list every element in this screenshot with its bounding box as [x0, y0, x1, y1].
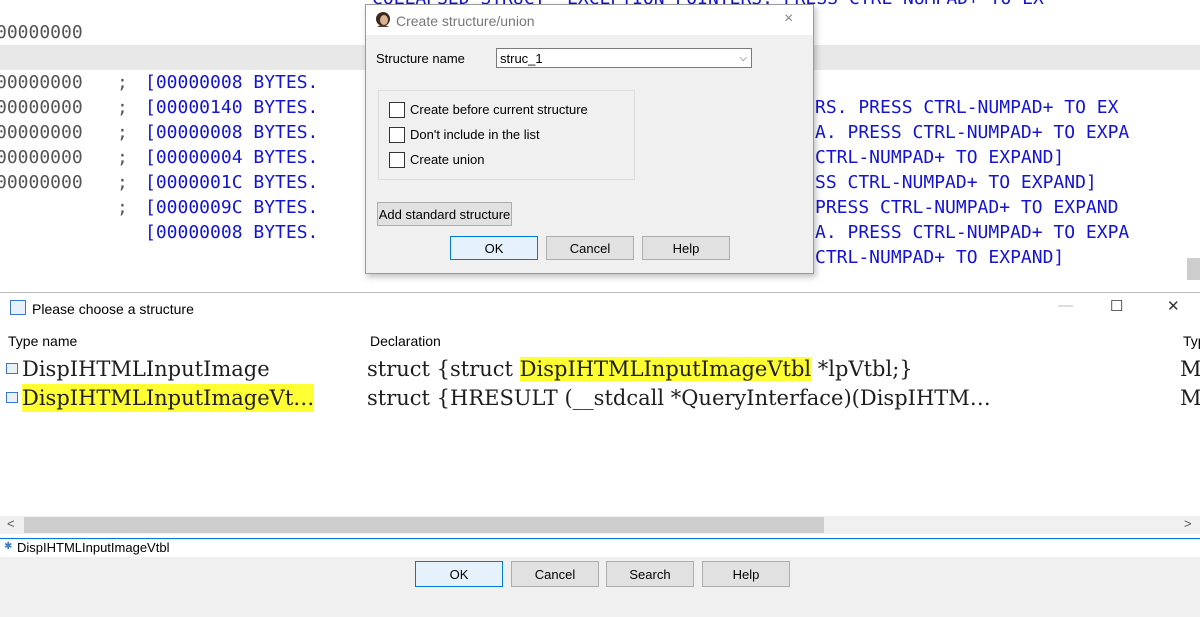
column-header-type[interactable]: Typ [1183, 333, 1200, 349]
create-union-label[interactable]: Create union [410, 152, 484, 167]
filter-text[interactable]: DispIHTMLInputImageVtbl [17, 540, 169, 555]
dont-include-label[interactable]: Don't include in the list [410, 127, 540, 142]
cancel-button[interactable]: Cancel [511, 561, 599, 587]
listing-semicolon: ; [117, 172, 128, 193]
dialog-title: Create structure/union [396, 13, 535, 29]
window-titlebar[interactable]: Please choose a structure — ☐ ✕ [0, 293, 1200, 323]
filter-bar[interactable]: ✱ DispIHTMLInputImageVtbl [0, 538, 1200, 558]
filter-icon: ✱ [4, 541, 13, 552]
dialog-ok-button[interactable]: OK [450, 236, 538, 260]
search-button[interactable]: Search [606, 561, 694, 587]
button-bar: OK Cancel Search Help [0, 557, 1200, 617]
dialog-cancel-button[interactable]: Cancel [546, 236, 634, 260]
dialog-help-button[interactable]: Help [642, 236, 730, 260]
table-row[interactable]: DispIHTMLInputImage struct {struct DispI… [0, 355, 1200, 383]
row-type-name: DispIHTMLInputImageVt… [22, 384, 315, 412]
close-icon[interactable]: × [784, 10, 793, 28]
row-type: MS [1180, 386, 1200, 410]
decl-text: *lpVtbl;} [811, 357, 913, 381]
decl-text: struct {struct [367, 357, 520, 381]
listing-comment-tail: CTRL-NUMPAD+ TO EXPAND] [815, 247, 1065, 268]
listing-comment: [0000001C BYTES. [145, 172, 319, 193]
structure-icon [6, 392, 18, 403]
row-type: MS [1180, 357, 1200, 381]
structure-name-value: struc_1 [500, 51, 543, 66]
close-icon[interactable]: ✕ [1167, 297, 1180, 315]
listing-comment: [00000008 BYTES. [145, 222, 319, 243]
dont-include-checkbox[interactable] [389, 127, 405, 143]
window-title: Please choose a structure [32, 301, 194, 317]
create-union-checkbox[interactable] [389, 152, 405, 168]
table-row[interactable]: DispIHTMLInputImageVt… struct {HRESULT (… [0, 384, 1200, 412]
listing-comment: [0000009C BYTES. [145, 197, 319, 218]
decl-match-highlight: DispIHTMLInputImageVtbl [519, 357, 812, 381]
horizontal-scrollbar[interactable]: < > [0, 516, 1200, 534]
structure-name-combobox[interactable]: struc_1 ⌵ [496, 48, 752, 68]
scroll-left-icon[interactable]: < [7, 516, 15, 531]
listing-comment-tail: A. PRESS CTRL-NUMPAD+ TO EXPA [815, 222, 1130, 243]
row-declaration: struct {HRESULT (__stdcall *QueryInterfa… [367, 386, 991, 410]
create-structure-dialog: Create structure/union × Structure name … [365, 4, 814, 274]
minimize-icon[interactable]: — [1058, 297, 1073, 314]
scroll-right-icon[interactable]: > [1184, 516, 1192, 531]
listing-semicolon: ; [117, 197, 128, 218]
help-button[interactable]: Help [702, 561, 790, 587]
scrollbar-thumb[interactable] [24, 517, 824, 533]
dialog-titlebar[interactable]: Create structure/union × [366, 5, 813, 35]
column-header-type-name[interactable]: Type name [8, 333, 77, 349]
create-before-checkbox[interactable] [389, 102, 405, 118]
chevron-down-icon[interactable]: ⌵ [739, 49, 747, 69]
column-header-declaration[interactable]: Declaration [370, 333, 441, 349]
ok-button[interactable]: OK [415, 561, 503, 587]
row-declaration: struct {struct DispIHTMLInputImageVtbl *… [367, 355, 913, 383]
add-standard-structure-button[interactable]: Add standard structure [377, 202, 512, 226]
options-group: Create before current structure Don't in… [378, 90, 635, 180]
structure-icon [6, 363, 18, 374]
choose-structure-window: Please choose a structure — ☐ ✕ Type nam… [0, 292, 1200, 617]
listing-comment-tail: PRESS CTRL-NUMPAD+ TO EXPAND [815, 197, 1119, 218]
structure-name-label: Structure name [376, 51, 465, 66]
create-before-label[interactable]: Create before current structure [410, 102, 588, 117]
maximize-icon[interactable]: ☐ [1110, 297, 1123, 315]
row-type-name: DispIHTMLInputImage [22, 357, 270, 381]
listing-comment-tail: SS CTRL-NUMPAD+ TO EXPAND] [815, 172, 1097, 193]
listing-scrollbar-thumb[interactable] [1187, 258, 1200, 280]
structure-list-icon [10, 300, 26, 315]
ida-app-icon [376, 12, 390, 27]
listing-address: 00000000 [0, 172, 83, 193]
